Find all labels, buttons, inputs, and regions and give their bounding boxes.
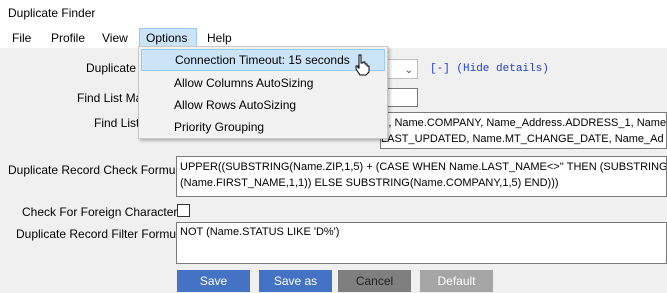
menu-item-connection-timeout[interactable]: Connection Timeout: 15 seconds: [141, 49, 385, 71]
menu-help[interactable]: Help: [201, 28, 238, 48]
default-button[interactable]: Default: [420, 270, 493, 292]
find-list-label: Find List: [94, 116, 140, 130]
foreign-chars-checkbox[interactable]: [177, 204, 190, 217]
find-list-field[interactable]: E, Name.COMPANY, Name_Address.ADDRESS_1,…: [380, 112, 667, 149]
find-list-line-2: LAST_UPDATED, Name.MT_CHANGE_DATE, Name_…: [381, 133, 664, 145]
check-formula-line-1: UPPER((SUBSTRING(Name.ZIP,1,5) + (CASE W…: [180, 161, 667, 173]
menu-view[interactable]: View: [96, 28, 134, 48]
hand-cursor-icon: [355, 54, 370, 76]
find-list-line-1: E, Name.COMPANY, Name_Address.ADDRESS_1,…: [381, 117, 667, 129]
save-as-button[interactable]: Save as: [259, 270, 332, 292]
check-formula-line-2: (Name.FIRST_NAME,1,1)) ELSE SUBSTRING(Na…: [180, 177, 559, 189]
hide-details-link[interactable]: [-] (Hide details): [430, 63, 549, 75]
options-menu-popup: Connection Timeout: 15 seconds Allow Col…: [138, 46, 388, 139]
menu-options[interactable]: Options: [139, 28, 197, 48]
menu-profile[interactable]: Profile: [45, 28, 91, 48]
menu-item-priority-grouping[interactable]: Priority Grouping: [141, 116, 385, 138]
cancel-button[interactable]: Cancel: [338, 270, 411, 292]
check-formula-field[interactable]: UPPER((SUBSTRING(Name.ZIP,1,5) + (CASE W…: [176, 156, 667, 197]
menu-item-allow-columns-autosizing[interactable]: Allow Columns AutoSizing: [141, 72, 385, 94]
title-bar: Duplicate Finder: [0, 0, 667, 26]
window-title: Duplicate Finder: [8, 6, 96, 20]
menu-file[interactable]: File: [6, 28, 37, 48]
filter-formula-field[interactable]: NOT (Name.STATUS LIKE 'D%'): [176, 222, 667, 264]
foreign-chars-label: Check For Foreign Characters:: [22, 205, 187, 219]
check-formula-label: Duplicate Record Check Formula:: [8, 163, 189, 177]
menu-item-allow-rows-autosizing[interactable]: Allow Rows AutoSizing: [141, 94, 385, 116]
filter-formula-label: Duplicate Record Filter Formula:: [16, 227, 189, 241]
menu-bar: File Profile View Options Help: [0, 26, 667, 48]
chevron-down-icon: ⌄: [404, 65, 413, 76]
save-button[interactable]: Save: [177, 270, 250, 292]
